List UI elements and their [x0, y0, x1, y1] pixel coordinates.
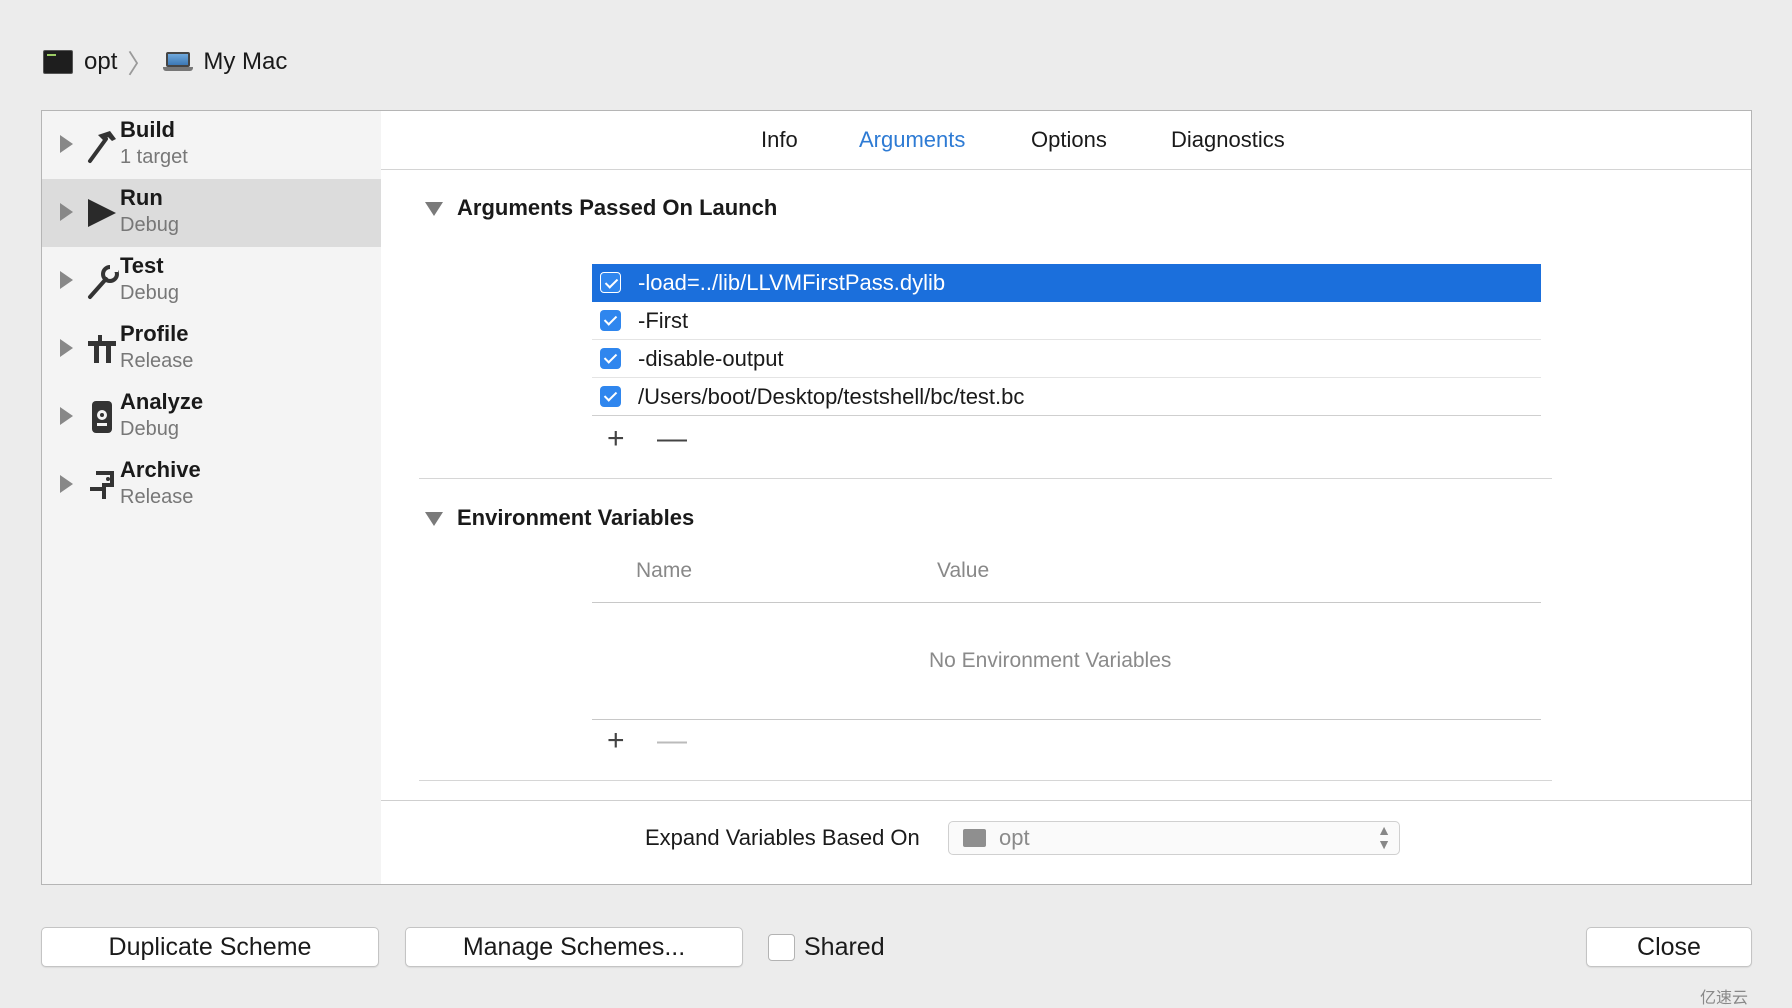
arguments-pane: Info Arguments Options Diagnostics Argum… [381, 111, 1751, 884]
disclosure-triangle-icon[interactable] [60, 271, 73, 289]
manage-schemes-button[interactable]: Manage Schemes... [405, 927, 743, 967]
play-icon [88, 199, 116, 227]
hammer-icon [88, 131, 116, 163]
tab-arguments[interactable]: Arguments [859, 127, 965, 153]
section-divider [419, 478, 1552, 479]
close-button[interactable]: Close [1586, 927, 1752, 967]
remove-variable-button[interactable]: — [657, 726, 687, 756]
argument-checkbox[interactable] [600, 310, 621, 331]
disclosure-triangle-icon[interactable] [60, 339, 73, 357]
sidebar-item-title: Analyze [120, 389, 204, 414]
sidebar-item-title: Test [120, 253, 164, 278]
sidebar-item-subtitle: Debug [120, 418, 179, 440]
sidebar-item-analyze[interactable]: Analyze Debug [42, 383, 381, 451]
expand-variables-value: opt [999, 825, 1030, 850]
argument-row[interactable]: -disable-output [592, 340, 1541, 378]
add-argument-button[interactable]: + [607, 424, 625, 454]
sidebar-item-test[interactable]: Test Debug [42, 247, 381, 315]
sidebar-item-title: Build [120, 117, 175, 142]
disclosure-triangle-icon[interactable] [60, 407, 73, 425]
sidebar-item-build[interactable]: Build 1 target [42, 111, 381, 179]
add-variable-button[interactable]: + [607, 726, 625, 756]
shared-checkbox[interactable] [768, 934, 795, 961]
sidebar-item-title: Archive [120, 457, 201, 482]
wrench-icon [88, 265, 119, 299]
sidebar-item-run[interactable]: Run Debug [42, 179, 381, 247]
terminal-icon [43, 50, 73, 74]
shared-label[interactable]: Shared [804, 933, 885, 962]
terminal-icon [963, 829, 986, 847]
analyze-icon [92, 401, 112, 433]
scheme-name[interactable]: opt [84, 48, 117, 76]
argument-text[interactable]: -disable-output [638, 346, 784, 372]
table-footer-divider [592, 719, 1541, 720]
section-divider [419, 780, 1552, 781]
watermark-text: 亿速云 [1700, 990, 1749, 1007]
argument-text[interactable]: /Users/boot/Desktop/testshell/bc/test.bc [638, 384, 1024, 410]
duplicate-scheme-button[interactable]: Duplicate Scheme [41, 927, 379, 967]
sidebar-item-title: Profile [120, 321, 189, 346]
argument-checkbox[interactable] [600, 272, 621, 293]
expand-variables-popup[interactable]: opt ▲ ▼ [948, 821, 1400, 855]
laptop-icon [163, 52, 194, 72]
action-sidebar: Build 1 target Run Debug Test Debug Prof… [42, 111, 382, 884]
remove-argument-button[interactable]: — [657, 424, 687, 454]
tab-bar: Info Arguments Options Diagnostics [381, 111, 1751, 170]
tab-info[interactable]: Info [761, 127, 798, 153]
scheme-editor-panel: Build 1 target Run Debug Test Debug Prof… [41, 110, 1752, 885]
sidebar-item-subtitle: Release [120, 350, 194, 372]
destination-name[interactable]: My Mac [203, 48, 287, 76]
disclosure-triangle-icon[interactable] [60, 475, 73, 493]
breadcrumb: opt 〉 My Mac [43, 42, 287, 82]
sidebar-item-title: Run [120, 185, 163, 210]
argument-text[interactable]: -load=../lib/LLVMFirstPass.dylib [638, 270, 945, 296]
sidebar-item-subtitle: Debug [120, 214, 179, 236]
expand-variables-bar: Expand Variables Based On opt ▲ ▼ [381, 800, 1751, 884]
tool-icon [88, 335, 116, 363]
tab-options[interactable]: Options [1031, 127, 1107, 153]
column-header-value[interactable]: Value [937, 559, 989, 583]
disclosure-triangle-icon[interactable] [60, 135, 73, 153]
environment-section-title: Environment Variables [457, 505, 695, 530]
sidebar-item-profile[interactable]: Profile Release [42, 315, 381, 383]
column-header-name[interactable]: Name [636, 559, 692, 583]
collapse-environment-icon[interactable] [425, 512, 443, 526]
sidebar-item-subtitle: Release [120, 486, 194, 508]
sidebar-item-subtitle: Debug [120, 282, 179, 304]
argument-checkbox[interactable] [600, 386, 621, 407]
argument-text[interactable]: -First [638, 308, 688, 334]
expand-variables-label: Expand Variables Based On [645, 825, 920, 850]
argument-row[interactable]: -load=../lib/LLVMFirstPass.dylib [592, 264, 1541, 302]
archive-icon [90, 471, 114, 499]
tab-diagnostics[interactable]: Diagnostics [1171, 127, 1285, 153]
updown-chevron-icon: ▲ ▼ [1377, 822, 1391, 852]
empty-environment-message: No Environment Variables [929, 649, 1172, 672]
table-header-divider [592, 602, 1541, 603]
disclosure-triangle-icon[interactable] [60, 203, 73, 221]
chevron-right-icon: 〉 [127, 48, 154, 79]
sidebar-item-subtitle: 1 target [120, 146, 188, 168]
argument-checkbox[interactable] [600, 348, 621, 369]
sidebar-item-archive[interactable]: Archive Release [42, 451, 381, 519]
argument-row[interactable]: /Users/boot/Desktop/testshell/bc/test.bc [592, 378, 1541, 416]
collapse-arguments-icon[interactable] [425, 202, 443, 216]
arguments-section-title: Arguments Passed On Launch [457, 195, 778, 220]
argument-row[interactable]: -First [592, 302, 1541, 340]
